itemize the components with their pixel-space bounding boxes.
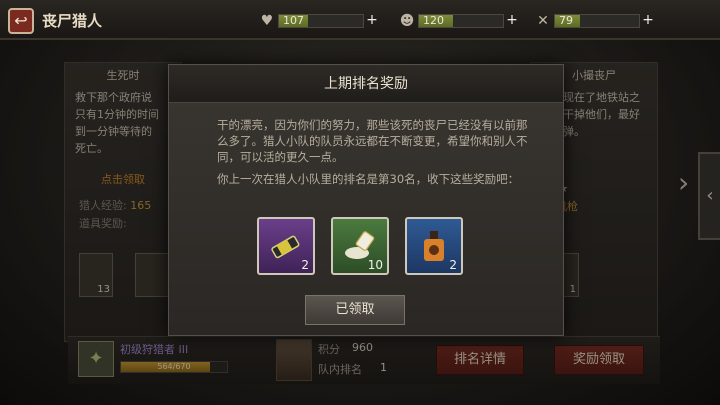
dialog-message: 干的漂亮，因为你们的努力，那些该死的丧尸已经没有以前那么多了。猎人小队的队员永远…: [217, 118, 528, 164]
crossed-weapons-icon: ✕: [537, 13, 549, 29]
reward-item-battery[interactable]: 2: [257, 217, 315, 275]
battery-icon: [271, 235, 300, 259]
reward-qty: 2: [449, 258, 457, 272]
reward-qty: 2: [301, 258, 309, 272]
reward-item-bottle[interactable]: 2: [405, 217, 463, 275]
reward-items: 2 10 2: [257, 217, 487, 275]
dialog-title: 上期排名奖励: [169, 65, 563, 103]
page-title: 丧尸猎人: [42, 12, 103, 30]
claimed-button[interactable]: 已领取: [305, 295, 405, 325]
ranking-reward-dialog: 上期排名奖励 干的漂亮，因为你们的努力，那些该死的丧尸已经没有以前那么多了。猎人…: [168, 64, 564, 336]
sanity-value: 120: [423, 14, 444, 27]
energy-value: 79: [559, 14, 573, 27]
reward-qty: 10: [367, 258, 383, 272]
reward-item-jar[interactable]: 10: [331, 217, 389, 275]
heart-icon: ♥: [260, 13, 274, 29]
dialog-rank-message: 你上一次在猎人小队里的排名是第30名，收下这些奖励吧：: [217, 172, 520, 186]
bottle-icon: [424, 231, 444, 261]
add-sanity-button[interactable]: +: [504, 12, 520, 28]
back-arrow-icon[interactable]: ↩: [8, 8, 34, 34]
add-health-button[interactable]: +: [364, 12, 380, 28]
health-value: 107: [283, 14, 304, 27]
brain-icon: ☻: [399, 13, 415, 29]
top-bar: ↩ 丧尸猎人 ♥ 107 + ☻ 120 + ✕ 79 +: [0, 0, 720, 40]
add-energy-button[interactable]: +: [640, 12, 656, 28]
